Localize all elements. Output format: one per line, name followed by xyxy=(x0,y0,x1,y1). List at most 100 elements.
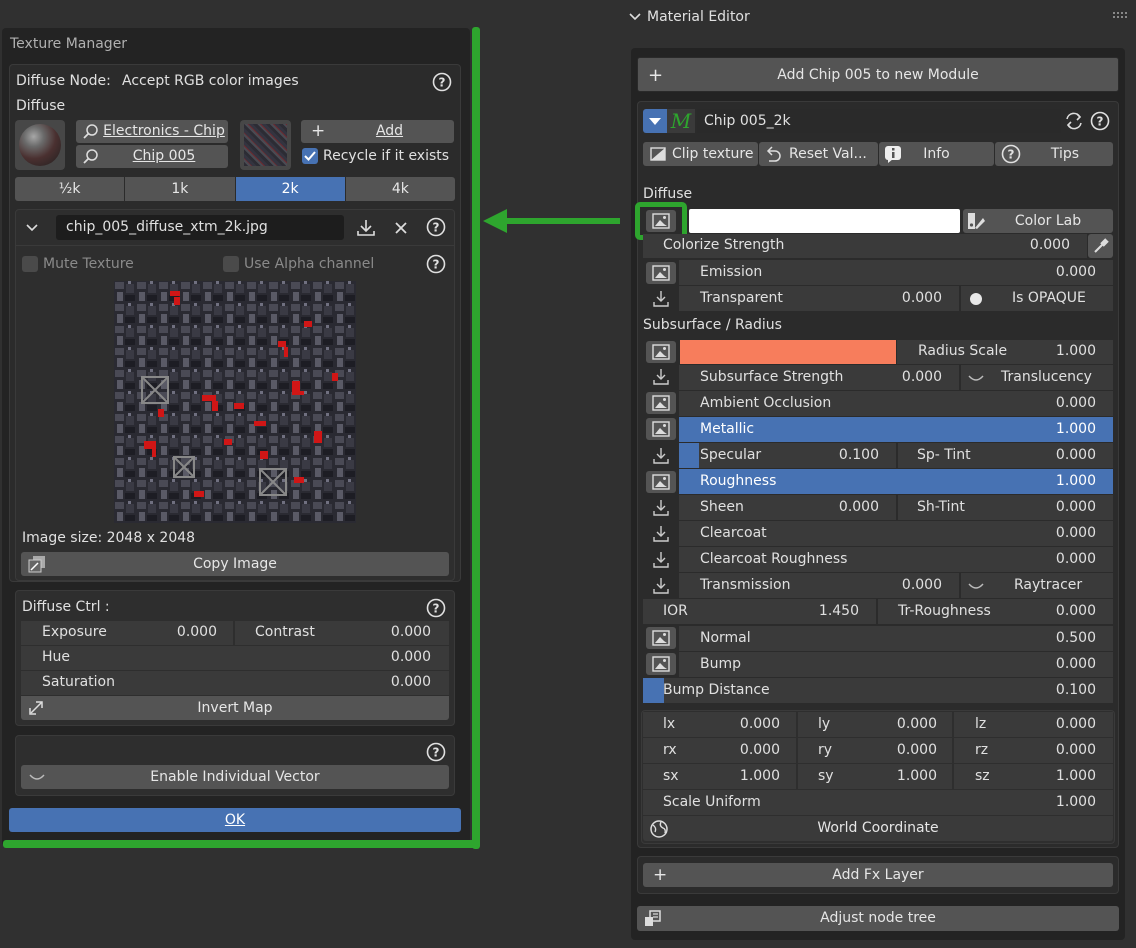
tab-half-k[interactable]: ½k xyxy=(15,177,125,201)
invert-map-button[interactable]: Invert Map xyxy=(21,696,449,720)
sheen-slider[interactable]: Sheen 0.000 xyxy=(679,495,896,520)
texture-thumb[interactable] xyxy=(240,120,291,170)
reset-values-button[interactable]: Reset Val... xyxy=(759,142,878,166)
help-icon[interactable]: ? xyxy=(432,72,452,92)
tab-4k[interactable]: 4k xyxy=(345,177,455,201)
drag-handle-icon[interactable] xyxy=(1113,12,1129,20)
cc-rough-input-button[interactable] xyxy=(646,549,676,571)
diffuse-color-swatch[interactable] xyxy=(689,209,960,233)
normal-texture-button[interactable] xyxy=(646,627,676,649)
help-icon[interactable]: ? xyxy=(426,254,446,274)
adjust-node-tree-button[interactable]: Adjust node tree xyxy=(637,906,1119,931)
ss-input-button[interactable] xyxy=(646,366,676,388)
opaque-toggle[interactable]: Is OPAQUE xyxy=(961,286,1113,311)
emission-slider[interactable]: Emission 0.000 xyxy=(679,260,1113,285)
tab-1k[interactable]: 1k xyxy=(125,177,235,201)
scale-uniform-slider[interactable]: Scale Uniform 1.000 xyxy=(643,790,1113,815)
search-category-button[interactable]: Electronics - Chip xyxy=(76,120,228,143)
ao-slider[interactable]: Ambient Occlusion 0.000 xyxy=(679,391,1113,416)
ly-slider[interactable]: ly 0.000 xyxy=(798,712,952,737)
copy-image-button[interactable]: Copy Image xyxy=(21,552,449,576)
diffuse-texture-button[interactable] xyxy=(646,210,676,232)
help-icon[interactable]: ? xyxy=(426,742,446,762)
sheen-input-button[interactable] xyxy=(646,497,676,519)
search-name-button[interactable]: Chip 005 xyxy=(76,145,228,168)
ok-button[interactable]: OK xyxy=(9,808,461,832)
chevron-down-icon[interactable] xyxy=(24,220,40,236)
sh-tint-slider[interactable]: Sh-Tint 0.000 xyxy=(898,495,1113,520)
color-lab-button[interactable]: Color Lab xyxy=(963,209,1113,233)
ry-slider[interactable]: ry 0.000 xyxy=(798,738,952,763)
bump-slider[interactable]: Bump 0.000 xyxy=(679,652,1113,677)
specular-input-button[interactable] xyxy=(646,445,676,467)
material-name-field[interactable]: Chip 005_2k xyxy=(697,109,1061,133)
tab-2k[interactable]: 2k xyxy=(235,177,345,201)
sz-slider[interactable]: sz 1.000 xyxy=(954,764,1113,789)
tr-rough-slider[interactable]: Tr-Roughness 0.000 xyxy=(878,599,1113,624)
emission-texture-button[interactable] xyxy=(646,262,676,284)
transmission-input-button[interactable] xyxy=(646,575,676,597)
ss-strength-slider[interactable]: Subsurface Strength 0.000 xyxy=(679,365,959,390)
recycle-checkbox[interactable] xyxy=(302,148,318,164)
sy-slider[interactable]: sy 1.000 xyxy=(798,764,952,789)
normal-slider[interactable]: Normal 0.500 xyxy=(679,626,1113,651)
hue-slider[interactable]: Hue 0.000 xyxy=(21,646,449,670)
download-icon xyxy=(653,578,669,594)
add-fx-layer-button[interactable]: + Add Fx Layer xyxy=(643,863,1113,887)
metallic-slider[interactable]: Metallic 1.000 xyxy=(679,417,1113,442)
cc-rough-slider[interactable]: Clearcoat Roughness 0.000 xyxy=(679,547,1113,572)
ao-texture-button[interactable] xyxy=(646,392,676,414)
lz-slider[interactable]: lz 0.000 xyxy=(954,712,1113,737)
clearcoat-input-button[interactable] xyxy=(646,523,676,545)
alpha-checkbox[interactable] xyxy=(223,256,239,272)
image-icon xyxy=(652,265,670,281)
bump-texture-button[interactable] xyxy=(646,653,676,675)
sh-tint-label: Sh-Tint xyxy=(917,499,965,515)
saturation-slider[interactable]: Saturation 0.000 xyxy=(21,671,449,695)
eyedropper-button[interactable] xyxy=(1088,234,1113,258)
refresh-icon[interactable] xyxy=(1063,110,1085,132)
add-button[interactable]: + Add xyxy=(301,120,454,143)
roughness-texture-button[interactable] xyxy=(646,471,676,493)
material-dropdown[interactable] xyxy=(643,109,667,133)
material-preview-thumb[interactable] xyxy=(15,120,65,170)
bump-distance-slider[interactable]: Bump Distance 0.100 xyxy=(643,678,1113,703)
help-icon[interactable]: ? xyxy=(426,598,446,618)
transmission-slider[interactable]: Transmission 0.000 xyxy=(679,573,959,598)
download-icon xyxy=(653,500,669,516)
transparent-slider[interactable]: Transparent 0.000 xyxy=(679,286,959,311)
roughness-slider[interactable]: Roughness 1.000 xyxy=(679,469,1113,494)
contrast-slider[interactable]: Contrast 0.000 xyxy=(235,621,449,645)
world-coordinate-button[interactable]: World Coordinate xyxy=(643,816,1113,841)
radius-scale-slider[interactable]: Radius Scale 1.000 xyxy=(897,340,1113,364)
specular-slider[interactable]: Specular 0.100 xyxy=(679,443,896,468)
metallic-texture-button[interactable] xyxy=(646,418,676,440)
transparent-input-button[interactable] xyxy=(646,288,676,310)
translucency-toggle[interactable]: Translucency xyxy=(961,365,1113,390)
clip-texture-button[interactable]: Clip texture xyxy=(643,142,758,166)
enable-vector-button[interactable]: Enable Individual Vector xyxy=(21,765,449,789)
chevron-down-icon[interactable] xyxy=(628,10,642,24)
ior-slider[interactable]: IOR 1.450 xyxy=(643,599,876,624)
exposure-slider[interactable]: Exposure 0.000 xyxy=(21,621,233,645)
clearcoat-slider[interactable]: Clearcoat 0.000 xyxy=(679,521,1113,546)
help-icon[interactable]: ? xyxy=(426,217,446,237)
download-icon[interactable] xyxy=(356,218,376,238)
sp-tint-slider[interactable]: Sp- Tint 0.000 xyxy=(898,443,1113,468)
radius-texture-button[interactable] xyxy=(646,341,676,363)
colorize-strength-slider[interactable]: Colorize Strength 0.000 xyxy=(643,234,1087,258)
add-module-button[interactable]: + Add Chip 005 to new Module xyxy=(637,57,1119,92)
radius-color-swatch[interactable] xyxy=(680,340,896,364)
filename-field[interactable]: chip_005_diffuse_xtm_2k.jpg xyxy=(56,215,344,240)
tips-button[interactable]: ? Tips xyxy=(995,142,1113,166)
rx-slider[interactable]: rx 0.000 xyxy=(643,738,796,763)
lx-slider[interactable]: lx 0.000 xyxy=(643,712,796,737)
raytracer-toggle[interactable]: Raytracer xyxy=(961,573,1113,598)
color-lab-label: Color Lab xyxy=(1014,213,1082,229)
mute-checkbox[interactable] xyxy=(22,256,38,272)
help-icon[interactable]: ? xyxy=(1090,111,1110,131)
close-icon[interactable] xyxy=(393,220,409,236)
rz-slider[interactable]: rz 0.000 xyxy=(954,738,1113,763)
info-button[interactable]: Info xyxy=(879,142,994,166)
sx-slider[interactable]: sx 1.000 xyxy=(643,764,796,789)
